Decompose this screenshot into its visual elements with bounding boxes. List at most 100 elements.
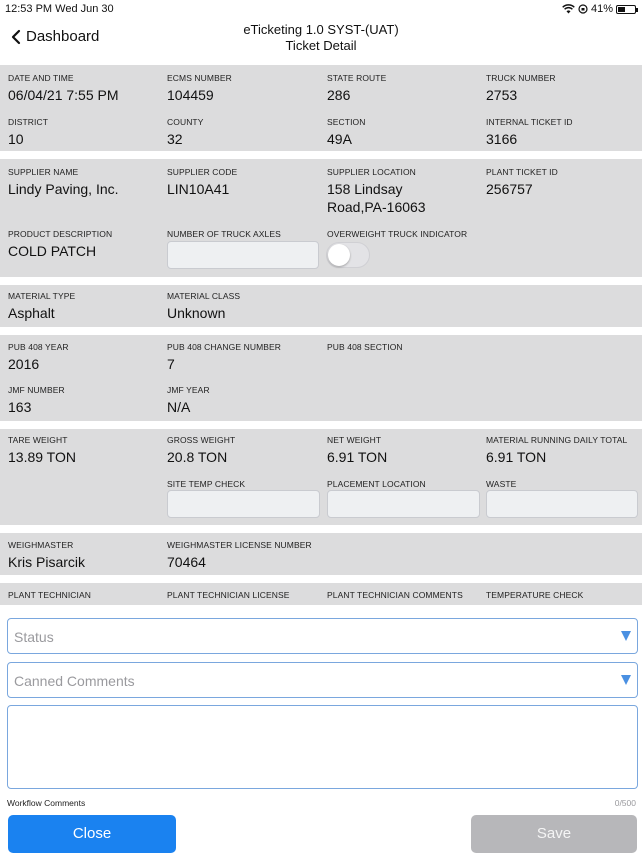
status-time: 12:53 PM Wed Jun 30: [5, 3, 114, 15]
canned-comments-select[interactable]: Canned Comments: [7, 662, 638, 698]
placement-location-field: PLACEMENT LOCATION: [327, 479, 426, 489]
ecms-number-value: 104459: [167, 87, 214, 103]
pub408-jmf-section: PUB 408 YEAR 2016 PUB 408 CHANGE NUMBER …: [0, 335, 642, 421]
net-weight-value: 6.91 TON: [327, 449, 388, 465]
internal-ticket-id-label: INTERNAL TICKET ID: [486, 117, 573, 127]
truck-number-label: TRUCK NUMBER: [486, 73, 556, 83]
material-class-field: MATERIAL CLASS Unknown: [167, 291, 240, 322]
overweight-indicator-toggle[interactable]: [326, 242, 370, 268]
tare-weight-label: TARE WEIGHT: [8, 435, 68, 445]
weighmaster-license-value: 70464: [167, 554, 206, 570]
status-select-placeholder: Status: [14, 629, 54, 645]
character-counter: 0/500: [614, 798, 636, 808]
status-bar: 12:53 PM Wed Jun 30 41%: [0, 0, 642, 18]
pub408-change-label: PUB 408 CHANGE NUMBER: [167, 342, 282, 352]
section-field: SECTION 49A: [327, 117, 365, 148]
workflow-comments-label: Workflow Comments: [7, 798, 86, 808]
plant-technician-section: PLANT TECHNICIAN PLANT TECHNICIAN LICENS…: [0, 583, 642, 605]
plant-technician-label: PLANT TECHNICIAN: [8, 590, 91, 600]
weighmaster-license-label: WEIGHMASTER LICENSE NUMBER: [167, 540, 312, 550]
county-value: 32: [167, 131, 183, 147]
weights-section: TARE WEIGHT 13.89 TON GROSS WEIGHT 20.8 …: [0, 429, 642, 525]
site-temp-label: SITE TEMP CHECK: [167, 479, 246, 489]
waste-field: WASTE: [486, 479, 516, 489]
section-label: SECTION: [327, 117, 366, 127]
plant-technician-comments-field: PLANT TECHNICIAN COMMENTS: [327, 590, 463, 600]
close-button[interactable]: Close: [8, 815, 176, 853]
truck-axles-input[interactable]: [167, 241, 319, 269]
district-field: DISTRICT 10: [8, 117, 48, 148]
dropdown-arrow-icon: [621, 631, 631, 641]
plant-technician-comments-label: PLANT TECHNICIAN COMMENTS: [327, 590, 463, 600]
running-total-field: MATERIAL RUNNING DAILY TOTAL 6.91 TON: [486, 435, 627, 466]
district-label: DISTRICT: [8, 117, 48, 127]
plant-technician-license-field: PLANT TECHNICIAN LICENSE: [167, 590, 290, 600]
canned-comments-placeholder: Canned Comments: [14, 673, 135, 689]
running-total-label: MATERIAL RUNNING DAILY TOTAL: [486, 435, 628, 445]
tare-weight-value: 13.89 TON: [8, 449, 76, 465]
material-type-label: MATERIAL TYPE: [8, 291, 76, 301]
weighmaster-label: WEIGHMASTER: [8, 540, 74, 550]
material-class-label: MATERIAL CLASS: [167, 291, 241, 301]
workflow-comments-textarea[interactable]: [7, 705, 638, 789]
truck-number-value: 2753: [486, 87, 518, 103]
supplier-code-value: LIN10A41: [167, 181, 230, 197]
material-class-value: Unknown: [167, 305, 226, 321]
plant-ticket-id-label: PLANT TICKET ID: [486, 167, 558, 177]
app-title: eTicketing 1.0 SYST-(UAT): [243, 22, 399, 37]
dropdown-arrow-icon: [621, 675, 631, 685]
county-field: COUNTY 32: [167, 117, 204, 148]
supplier-code-field: SUPPLIER CODE LIN10A41: [167, 167, 237, 198]
waste-input[interactable]: [486, 490, 638, 518]
pub408-section-label: PUB 408 SECTION: [327, 342, 403, 352]
product-description-field: PRODUCT DESCRIPTION COLD PATCH: [8, 229, 112, 260]
supplier-name-label: SUPPLIER NAME: [8, 167, 79, 177]
save-button[interactable]: Save: [471, 815, 637, 853]
supplier-location-label: SUPPLIER LOCATION: [327, 167, 416, 177]
section-value: 49A: [327, 131, 352, 147]
product-description-label: PRODUCT DESCRIPTION: [8, 229, 113, 239]
internal-ticket-id-field: INTERNAL TICKET ID 3166: [486, 117, 573, 148]
truck-axles-label: NUMBER OF TRUCK AXLES: [167, 229, 281, 239]
truck-number-field: TRUCK NUMBER 2753: [486, 73, 556, 104]
supplier-location-line1: 158 Lindsay: [327, 181, 403, 197]
plant-technician-field: PLANT TECHNICIAN: [8, 590, 91, 600]
battery-icon: [616, 4, 638, 14]
weighmaster-field: WEIGHMASTER Kris Pisarcik: [8, 540, 85, 571]
date-time-field: DATE AND TIME 06/04/21 7:55 PM: [8, 73, 119, 104]
net-weight-field: NET WEIGHT 6.91 TON: [327, 435, 387, 466]
page-title: eTicketing 1.0 SYST-(UAT) Ticket Detail: [0, 22, 642, 54]
plant-ticket-id-value: 256757: [486, 181, 533, 197]
orientation-lock-icon: [578, 4, 588, 14]
navigation-bar: Dashboard eTicketing 1.0 SYST-(UAT) Tick…: [0, 18, 642, 62]
gross-weight-field: GROSS WEIGHT 20.8 TON: [167, 435, 235, 466]
jmf-year-label: JMF YEAR: [167, 385, 210, 395]
status-select[interactable]: Status: [7, 618, 638, 654]
county-label: COUNTY: [167, 117, 204, 127]
overweight-indicator-field: OVERWEIGHT TRUCK INDICATOR: [327, 229, 467, 239]
gross-weight-value: 20.8 TON: [167, 449, 228, 465]
date-time-label: DATE AND TIME: [8, 73, 74, 83]
site-temp-input[interactable]: [167, 490, 320, 518]
supplier-location-line2: Road,PA-16063: [327, 199, 426, 215]
jmf-year-value: N/A: [167, 399, 191, 415]
net-weight-label: NET WEIGHT: [327, 435, 382, 445]
pub408-year-field: PUB 408 YEAR 2016: [8, 342, 69, 373]
ticket-info-section: DATE AND TIME 06/04/21 7:55 PM ECMS NUMB…: [0, 65, 642, 151]
placement-location-input[interactable]: [327, 490, 480, 518]
weighmaster-value: Kris Pisarcik: [8, 554, 86, 570]
internal-ticket-id-value: 3166: [486, 131, 518, 147]
weighmaster-license-field: WEIGHMASTER LICENSE NUMBER 70464: [167, 540, 312, 571]
temperature-check-field: TEMPERATURE CHECK: [486, 590, 583, 600]
gross-weight-label: GROSS WEIGHT: [167, 435, 236, 445]
product-description-value: COLD PATCH: [8, 243, 97, 259]
supplier-location-field: SUPPLIER LOCATION 158 Lindsay Road,PA-16…: [327, 167, 426, 216]
supplier-name-value: Lindy Paving, Inc.: [8, 181, 119, 197]
wifi-icon: [562, 4, 575, 14]
plant-ticket-id-field: PLANT TICKET ID 256757: [486, 167, 558, 198]
jmf-number-field: JMF NUMBER 163: [8, 385, 65, 416]
overweight-indicator-label: OVERWEIGHT TRUCK INDICATOR: [327, 229, 468, 239]
status-indicators: 41%: [562, 3, 638, 15]
state-route-label: STATE ROUTE: [327, 73, 387, 83]
ecms-number-label: ECMS NUMBER: [167, 73, 232, 83]
